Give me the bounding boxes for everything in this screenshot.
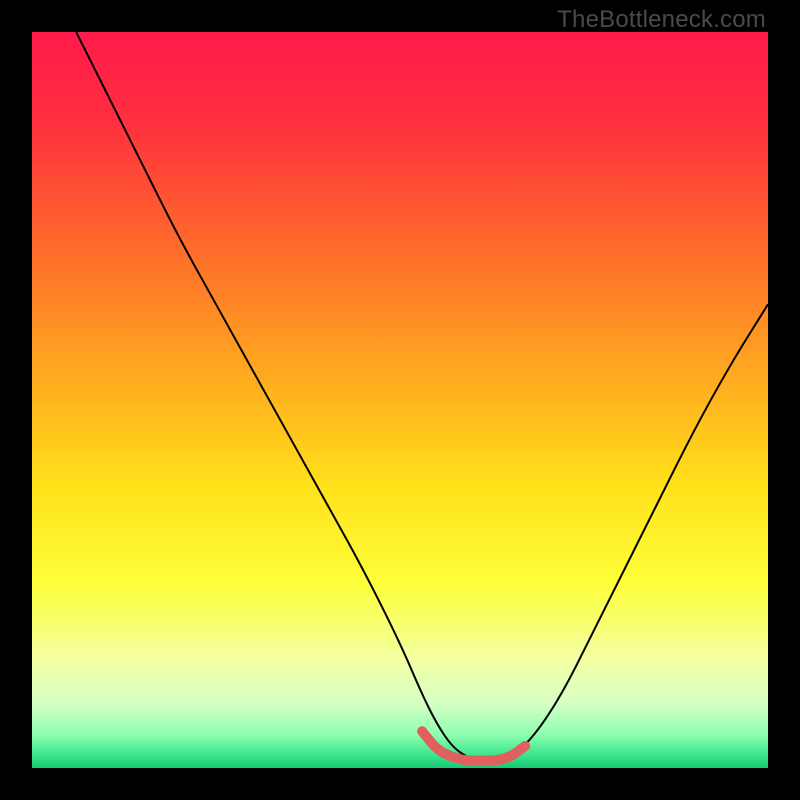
- watermark-text: TheBottleneck.com: [557, 6, 766, 34]
- flat-bottom-highlight: [422, 731, 525, 760]
- plot-area: [32, 32, 768, 768]
- bottleneck-curve: [76, 32, 768, 761]
- chart-frame: TheBottleneck.com: [0, 0, 800, 800]
- curve-layer: [32, 32, 768, 768]
